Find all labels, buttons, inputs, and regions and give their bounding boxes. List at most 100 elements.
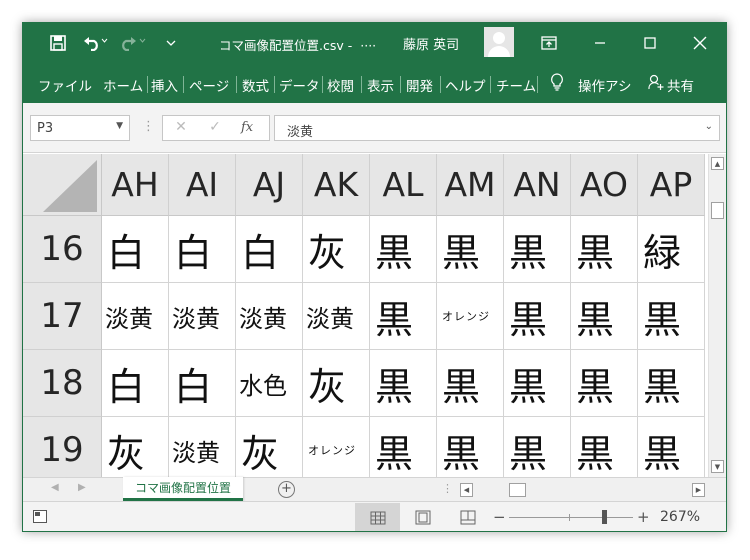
table-cell[interactable]: 白 bbox=[102, 350, 169, 417]
column-header[interactable]: AN bbox=[504, 154, 571, 216]
name-box[interactable]: P3 ▼ bbox=[30, 115, 130, 141]
table-cell[interactable]: 白 bbox=[169, 350, 236, 417]
tell-me-search[interactable]: 操作アシ bbox=[578, 75, 631, 95]
table-cell[interactable]: 黒 bbox=[437, 350, 504, 417]
redo-icon[interactable] bbox=[117, 32, 147, 54]
table-cell[interactable]: 黒 bbox=[504, 216, 571, 283]
column-header[interactable]: AJ bbox=[236, 154, 303, 216]
tab-view[interactable]: 表示 bbox=[367, 75, 394, 95]
zoom-slider-thumb[interactable] bbox=[602, 510, 607, 524]
table-cell[interactable]: 白 bbox=[169, 216, 236, 283]
table-cell[interactable]: 灰 bbox=[303, 350, 370, 417]
table-cell[interactable]: 黒 bbox=[638, 350, 705, 417]
table-cell[interactable]: 黒 bbox=[437, 216, 504, 283]
tab-home[interactable]: ホーム bbox=[103, 75, 143, 95]
tab-file[interactable]: ファイル bbox=[38, 75, 92, 95]
table-cell[interactable]: 水色 bbox=[236, 350, 303, 417]
horizontal-scrollbar[interactable]: ◀ ▶ bbox=[460, 483, 705, 497]
table-cell[interactable]: 淡黄 bbox=[169, 283, 236, 350]
row-header[interactable]: 16 bbox=[23, 216, 102, 283]
table-cell[interactable]: 黒 bbox=[437, 417, 504, 477]
minimize-icon[interactable] bbox=[577, 23, 622, 63]
table-cell[interactable]: 黒 bbox=[571, 283, 638, 350]
zoom-in-button[interactable]: + bbox=[637, 508, 650, 526]
tab-team[interactable]: チーム bbox=[496, 75, 536, 95]
zoom-slider[interactable] bbox=[509, 517, 633, 518]
save-icon[interactable] bbox=[47, 32, 69, 54]
table-cell[interactable]: 淡黄 bbox=[102, 283, 169, 350]
table-cell[interactable]: オレンジ bbox=[303, 417, 370, 477]
scroll-up-icon[interactable]: ▲ bbox=[711, 157, 724, 170]
column-header[interactable]: AP bbox=[638, 154, 705, 216]
person-add-icon[interactable] bbox=[648, 74, 664, 95]
table-cell[interactable]: 灰 bbox=[303, 216, 370, 283]
column-header[interactable]: AH bbox=[102, 154, 169, 216]
user-name[interactable]: 藤原 英司 bbox=[403, 34, 459, 53]
select-all-button[interactable] bbox=[23, 154, 102, 216]
row-header[interactable]: 19 bbox=[23, 417, 102, 477]
enter-icon[interactable]: ✓ bbox=[203, 119, 227, 135]
scroll-left-icon[interactable]: ◀ bbox=[460, 483, 473, 497]
scroll-right-icon[interactable]: ▶ bbox=[692, 483, 705, 497]
tab-review[interactable]: 校閲 bbox=[327, 75, 354, 95]
column-header[interactable]: AL bbox=[370, 154, 437, 216]
table-cell[interactable]: 黒 bbox=[571, 350, 638, 417]
table-cell[interactable]: 白 bbox=[236, 216, 303, 283]
undo-icon[interactable] bbox=[79, 32, 109, 54]
normal-view-button[interactable] bbox=[355, 503, 400, 531]
tab-split-handle-icon[interactable]: ⋮ bbox=[442, 482, 453, 495]
table-cell[interactable]: 黒 bbox=[370, 283, 437, 350]
table-cell[interactable]: 黒 bbox=[370, 350, 437, 417]
table-cell[interactable]: 緑 bbox=[638, 216, 705, 283]
column-header[interactable]: AO bbox=[571, 154, 638, 216]
tab-formulas[interactable]: 数式 bbox=[242, 75, 269, 95]
zoom-level[interactable]: 267% bbox=[660, 509, 700, 525]
table-cell[interactable]: 白 bbox=[102, 216, 169, 283]
maximize-icon[interactable] bbox=[627, 23, 672, 63]
table-cell[interactable]: 淡黄 bbox=[169, 417, 236, 477]
tab-page-layout[interactable]: ページ bbox=[189, 75, 229, 95]
vertical-scrollbar[interactable]: ▲ ▼ bbox=[708, 154, 726, 477]
row-header[interactable]: 17 bbox=[23, 283, 102, 350]
column-header[interactable]: AI bbox=[169, 154, 236, 216]
row-header[interactable]: 18 bbox=[23, 350, 102, 417]
formula-input[interactable]: 淡黄 ⌄ bbox=[274, 115, 720, 141]
sheet-tab-active[interactable]: コマ画像配置位置 bbox=[123, 477, 243, 501]
table-cell[interactable]: 黒 bbox=[638, 417, 705, 477]
column-header[interactable]: AK bbox=[303, 154, 370, 216]
tab-insert[interactable]: 挿入 bbox=[151, 75, 178, 95]
table-cell[interactable]: 黒 bbox=[504, 417, 571, 477]
table-cell[interactable]: 黒 bbox=[370, 417, 437, 477]
table-cell[interactable]: 黒 bbox=[504, 350, 571, 417]
table-cell[interactable]: 淡黄 bbox=[303, 283, 370, 350]
close-icon[interactable] bbox=[677, 23, 722, 63]
expand-formula-bar-icon[interactable]: ⌄ bbox=[705, 121, 713, 132]
table-cell[interactable]: 黒 bbox=[370, 216, 437, 283]
next-sheet-icon[interactable]: ▶ bbox=[78, 482, 86, 493]
lightbulb-icon[interactable] bbox=[550, 73, 564, 95]
scroll-thumb[interactable] bbox=[711, 202, 724, 219]
zoom-out-button[interactable]: − bbox=[493, 508, 506, 526]
ribbon-display-options-icon[interactable] bbox=[538, 32, 560, 54]
chevron-down-icon[interactable]: ▼ bbox=[116, 121, 123, 131]
prev-sheet-icon[interactable]: ◀ bbox=[51, 482, 59, 493]
table-cell[interactable]: 黒 bbox=[571, 417, 638, 477]
column-header[interactable]: AM bbox=[437, 154, 504, 216]
insert-function-icon[interactable]: fx bbox=[241, 120, 253, 135]
table-cell[interactable]: 灰 bbox=[102, 417, 169, 477]
table-cell[interactable]: 黒 bbox=[571, 216, 638, 283]
table-cell[interactable]: 淡黄 bbox=[236, 283, 303, 350]
cancel-icon[interactable]: ✕ bbox=[169, 119, 193, 135]
avatar[interactable] bbox=[484, 27, 514, 57]
share-button[interactable]: 共有 bbox=[667, 75, 694, 95]
page-break-view-button[interactable] bbox=[445, 503, 490, 531]
drag-handle-icon[interactable]: ⋮ bbox=[142, 119, 155, 134]
tab-developer[interactable]: 開発 bbox=[406, 75, 433, 95]
tab-data[interactable]: データ bbox=[279, 75, 320, 95]
scroll-down-icon[interactable]: ▼ bbox=[711, 460, 724, 473]
table-cell[interactable]: 黒 bbox=[638, 283, 705, 350]
scroll-thumb[interactable] bbox=[509, 483, 526, 497]
table-cell[interactable]: 黒 bbox=[504, 283, 571, 350]
page-layout-view-button[interactable] bbox=[400, 503, 445, 531]
table-cell[interactable]: オレンジ bbox=[437, 283, 504, 350]
